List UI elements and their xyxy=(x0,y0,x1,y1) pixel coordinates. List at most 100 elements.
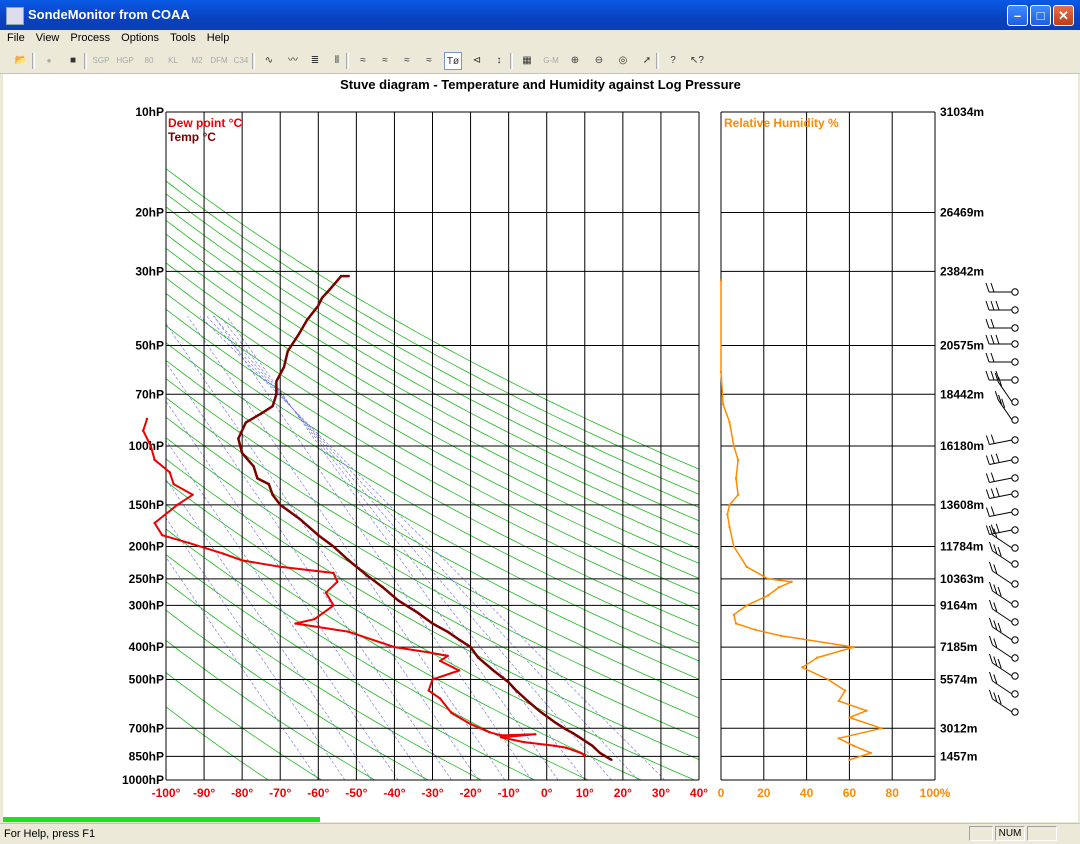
thin-bars-icon[interactable]: ⦀ xyxy=(328,52,346,70)
menu-view[interactable]: View xyxy=(32,30,64,47)
temp-tick-label: 0° xyxy=(541,786,553,800)
menu-options[interactable]: Options xyxy=(117,30,163,47)
temp-tick-label: -100° xyxy=(152,786,181,800)
wind-barb-feather xyxy=(990,370,995,381)
help-icon[interactable]: ? xyxy=(664,52,682,70)
maximize-button[interactable]: □ xyxy=(1030,5,1051,26)
dew-point-line-point xyxy=(393,645,396,649)
temperature-line-point xyxy=(347,559,350,562)
rh-tick-label: 0 xyxy=(718,786,725,800)
80-icon[interactable]: 80 xyxy=(140,52,158,70)
toolbar-separator xyxy=(510,53,513,69)
temp-tick-label: -40° xyxy=(383,786,405,800)
pressure-label: 400hP xyxy=(129,640,164,654)
moist-adiabat-line xyxy=(166,361,452,780)
temperature-line-point xyxy=(469,645,472,649)
dew-point-line-point xyxy=(450,711,453,715)
altitude-label: 16180m xyxy=(940,439,984,453)
temperature-line-point xyxy=(328,288,331,291)
relative-humidity-line-point xyxy=(779,634,783,637)
wind-barb-staff xyxy=(992,570,1013,585)
dew-point-line-point xyxy=(313,617,316,621)
target-icon[interactable]: ◎ xyxy=(614,52,632,70)
temperature-line-point xyxy=(275,393,278,396)
wind-barb-icon xyxy=(1011,340,1019,348)
relative-humidity-line-point xyxy=(837,699,840,703)
dew-point-line-point xyxy=(336,580,339,583)
wind-barb-feather xyxy=(990,352,995,363)
temperature-line-point xyxy=(298,517,301,520)
track-icon[interactable]: ➚ xyxy=(638,52,656,70)
dew-point-line-point xyxy=(534,733,537,736)
context-help-icon[interactable]: ↖? xyxy=(688,52,706,70)
temp-tick-label: -50° xyxy=(345,786,367,800)
menu-help[interactable]: Help xyxy=(203,30,234,47)
temperature-line-point xyxy=(317,534,320,537)
dew-point-line-point xyxy=(168,471,172,474)
temperature-line-point xyxy=(553,720,556,724)
menu-tools[interactable]: Tools xyxy=(166,30,200,47)
c34-icon[interactable]: C34 xyxy=(232,52,250,70)
relative-humidity-line-point xyxy=(790,580,793,583)
stuve-diagram-icon[interactable]: Tø xyxy=(444,52,462,70)
wind-barb-icon xyxy=(1011,474,1019,482)
graph-2-icon[interactable]: ≈ xyxy=(376,52,394,70)
graph-4-icon[interactable]: ≈ xyxy=(420,52,438,70)
relative-humidity-line-point xyxy=(766,577,770,581)
relative-humidity-line-point xyxy=(843,689,847,692)
stop-icon[interactable]: ■ xyxy=(64,52,82,70)
close-button[interactable]: ✕ xyxy=(1053,5,1074,26)
sine-wave-icon[interactable]: ∿ xyxy=(260,52,278,70)
graph-3-icon[interactable]: ≈ xyxy=(398,52,416,70)
wind-barb-icon xyxy=(1011,708,1019,716)
zoom-in-icon[interactable]: ⊕ xyxy=(566,52,584,70)
dew-point-line-point xyxy=(145,417,149,421)
record-icon[interactable]: ● xyxy=(40,52,58,70)
pressure-label: 150hP xyxy=(129,498,164,512)
dew-point-line-point xyxy=(438,697,442,700)
kl-icon[interactable]: KL xyxy=(164,52,182,70)
m2k2-icon[interactable]: M2 xyxy=(188,52,206,70)
temperature-line-point xyxy=(305,318,309,322)
temperature-line-point xyxy=(366,574,369,578)
gm-icon[interactable]: G-M xyxy=(542,52,560,70)
hgp-icon[interactable]: HGP xyxy=(116,52,134,70)
sgp-icon[interactable]: SGP xyxy=(92,52,110,70)
open-icon[interactable]: 📂 xyxy=(12,52,30,70)
pressure-label: 1000hP xyxy=(122,773,164,787)
map-icon[interactable]: ▦ xyxy=(518,52,536,70)
altitude-label: 26469m xyxy=(940,206,984,220)
double-wave-icon[interactable]: 〰 xyxy=(284,52,302,70)
wind-barb-feather xyxy=(995,334,1000,345)
wind-barb-feather xyxy=(989,561,993,572)
menu-process[interactable]: Process xyxy=(66,30,114,47)
toolbar-separator xyxy=(346,53,349,69)
relative-humidity-line-point xyxy=(880,727,883,730)
relative-humidity-line-point xyxy=(869,751,872,755)
toolbar: 📂 ● ■ SGP HGP 80 KL M2 DFM C34 ∿ 〰 ≣ ⦀ ≈ ≈ ≈ ≈ Tø ⊲ ↕ ▦ G-M ⊕ ⊖ ◎… xyxy=(0,49,1080,74)
dfm06-icon[interactable]: DFM xyxy=(210,52,228,70)
temperature-line-point xyxy=(457,638,461,641)
menu-file[interactable]: File xyxy=(3,30,29,47)
wind-barb-feather xyxy=(989,653,993,664)
altitude-label: 20575m xyxy=(940,338,984,352)
zoom-out-icon[interactable]: ⊖ xyxy=(590,52,608,70)
wind-icon[interactable]: ⊲ xyxy=(468,52,486,70)
temperature-line-point xyxy=(298,332,301,335)
relative-humidity-line-point xyxy=(801,666,804,669)
relative-humidity-line-point xyxy=(837,737,840,740)
minimize-button[interactable]: – xyxy=(1007,5,1028,26)
altitude-icon[interactable]: ↕ xyxy=(490,52,508,70)
temperature-line-point xyxy=(336,279,339,282)
graph-1-icon[interactable]: ≈ xyxy=(354,52,372,70)
toolbar-separator xyxy=(252,53,255,69)
rh-tick-label: 100% xyxy=(920,786,951,800)
altitude-label: 23842m xyxy=(940,264,984,278)
pressure-label: 200hP xyxy=(129,540,164,554)
rh-tick-label: 20 xyxy=(757,786,771,800)
dew-point-line-point xyxy=(553,744,556,748)
altitude-label: 18442m xyxy=(940,387,984,401)
bars-icon[interactable]: ≣ xyxy=(306,52,324,70)
pressure-label: 20hP xyxy=(135,206,164,220)
legend-relative-humidity: Relative Humidity % xyxy=(724,116,839,130)
